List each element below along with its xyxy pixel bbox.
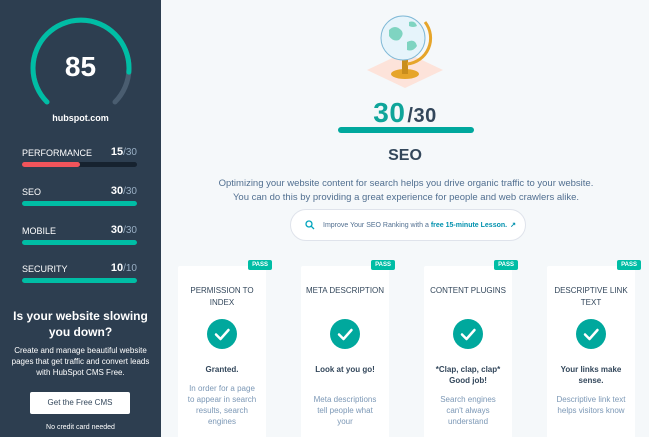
card-title: META DESCRIPTION [305,286,385,295]
metric-score: 10/10 [110,262,137,274]
cta-note: No credit card needed [46,424,115,431]
metric-label: PERFORMANCE [22,148,93,158]
metric-bar [22,240,137,245]
improve-text: Improve Your SEO Ranking with a [323,221,429,229]
card-detail: Meta descriptions tell people what your [313,395,377,426]
free-lesson-link[interactable]: free 15-minute Lesson. [431,222,507,229]
overall-score: 85 [64,51,97,82]
card-title: DESCRIPTIVE LINK TEXT [554,286,628,307]
card-result: Look at you go! [315,365,375,374]
check-icon [453,319,483,349]
promo-title: Is your website slowing you down? [13,309,148,339]
card-title: CONTENT PLUGINS [430,286,506,295]
external-link-icon: ↗ [510,222,516,229]
check-icon [207,319,237,349]
pass-badge: PASS [617,260,641,270]
card-result: Your links make sense. [560,365,622,385]
card-result: *Clap, clap, clap* Good job! [435,365,501,385]
category-description: Optimizing your website content for sear… [218,178,594,203]
improve-ranking-banner[interactable]: Improve Your SEO Ranking with a free 15-… [290,209,526,241]
metric-bar [22,162,137,167]
card-title: PERMISSION TO INDEX [190,286,254,307]
check-card-content-plugins[interactable]: PASS CONTENT PLUGINS *Clap, clap, clap* … [424,260,518,437]
metric-score: 15/30 [110,146,137,158]
pass-badge: PASS [494,260,518,270]
check-icon [330,319,360,349]
card-detail: Search engines can't always understand [440,395,496,426]
metric-score: 30/30 [110,224,137,236]
metric-label: SEO [22,187,42,197]
search-icon [305,220,315,230]
metric-mobile[interactable]: MOBILE 30/30 [22,224,137,246]
category-score-bar [338,127,474,133]
pass-badge: PASS [371,260,395,270]
card-detail: In order for a page to appear in search … [187,384,257,426]
get-free-cms-button[interactable]: Get the Free CMS [30,392,130,414]
metric-label: MOBILE [22,226,57,236]
card-detail: Descriptive link text helps visitors kno… [556,395,626,415]
metric-bar-fill [22,240,137,245]
metric-score: 30/30 [110,185,137,197]
card-result: Granted. [205,365,239,374]
check-card-permission-to-index[interactable]: PASS PERMISSION TO INDEX Granted. In ord… [178,260,272,437]
metric-bar-fill [22,201,137,206]
metric-bar-fill [22,162,80,167]
metric-performance[interactable]: PERFORMANCE 15/30 [22,146,137,168]
metric-bar-fill [22,278,137,283]
metric-security[interactable]: SECURITY 10/10 [22,262,137,284]
promo-text: Create and manage beautiful website page… [11,346,150,377]
domain-label: hubspot.com [52,113,109,123]
pass-badge: PASS [248,260,272,270]
category-score: 30/30 [373,97,437,128]
check-card-descriptive-link-text[interactable]: PASS DESCRIPTIVE LINK TEXT Your links ma… [547,260,641,437]
category-title: SEO [388,147,422,164]
metric-bar [22,278,137,283]
metric-bar [22,201,137,206]
metric-seo[interactable]: SEO 30/30 [22,185,137,207]
metric-label: SECURITY [22,264,68,274]
sidebar: 85 hubspot.com PERFORMANCE 15/30 SEO 30/… [0,0,161,437]
check-icon [576,319,606,349]
globe-icon [367,15,443,88]
check-card-meta-description[interactable]: PASS META DESCRIPTION Look at you go! Me… [301,260,395,437]
